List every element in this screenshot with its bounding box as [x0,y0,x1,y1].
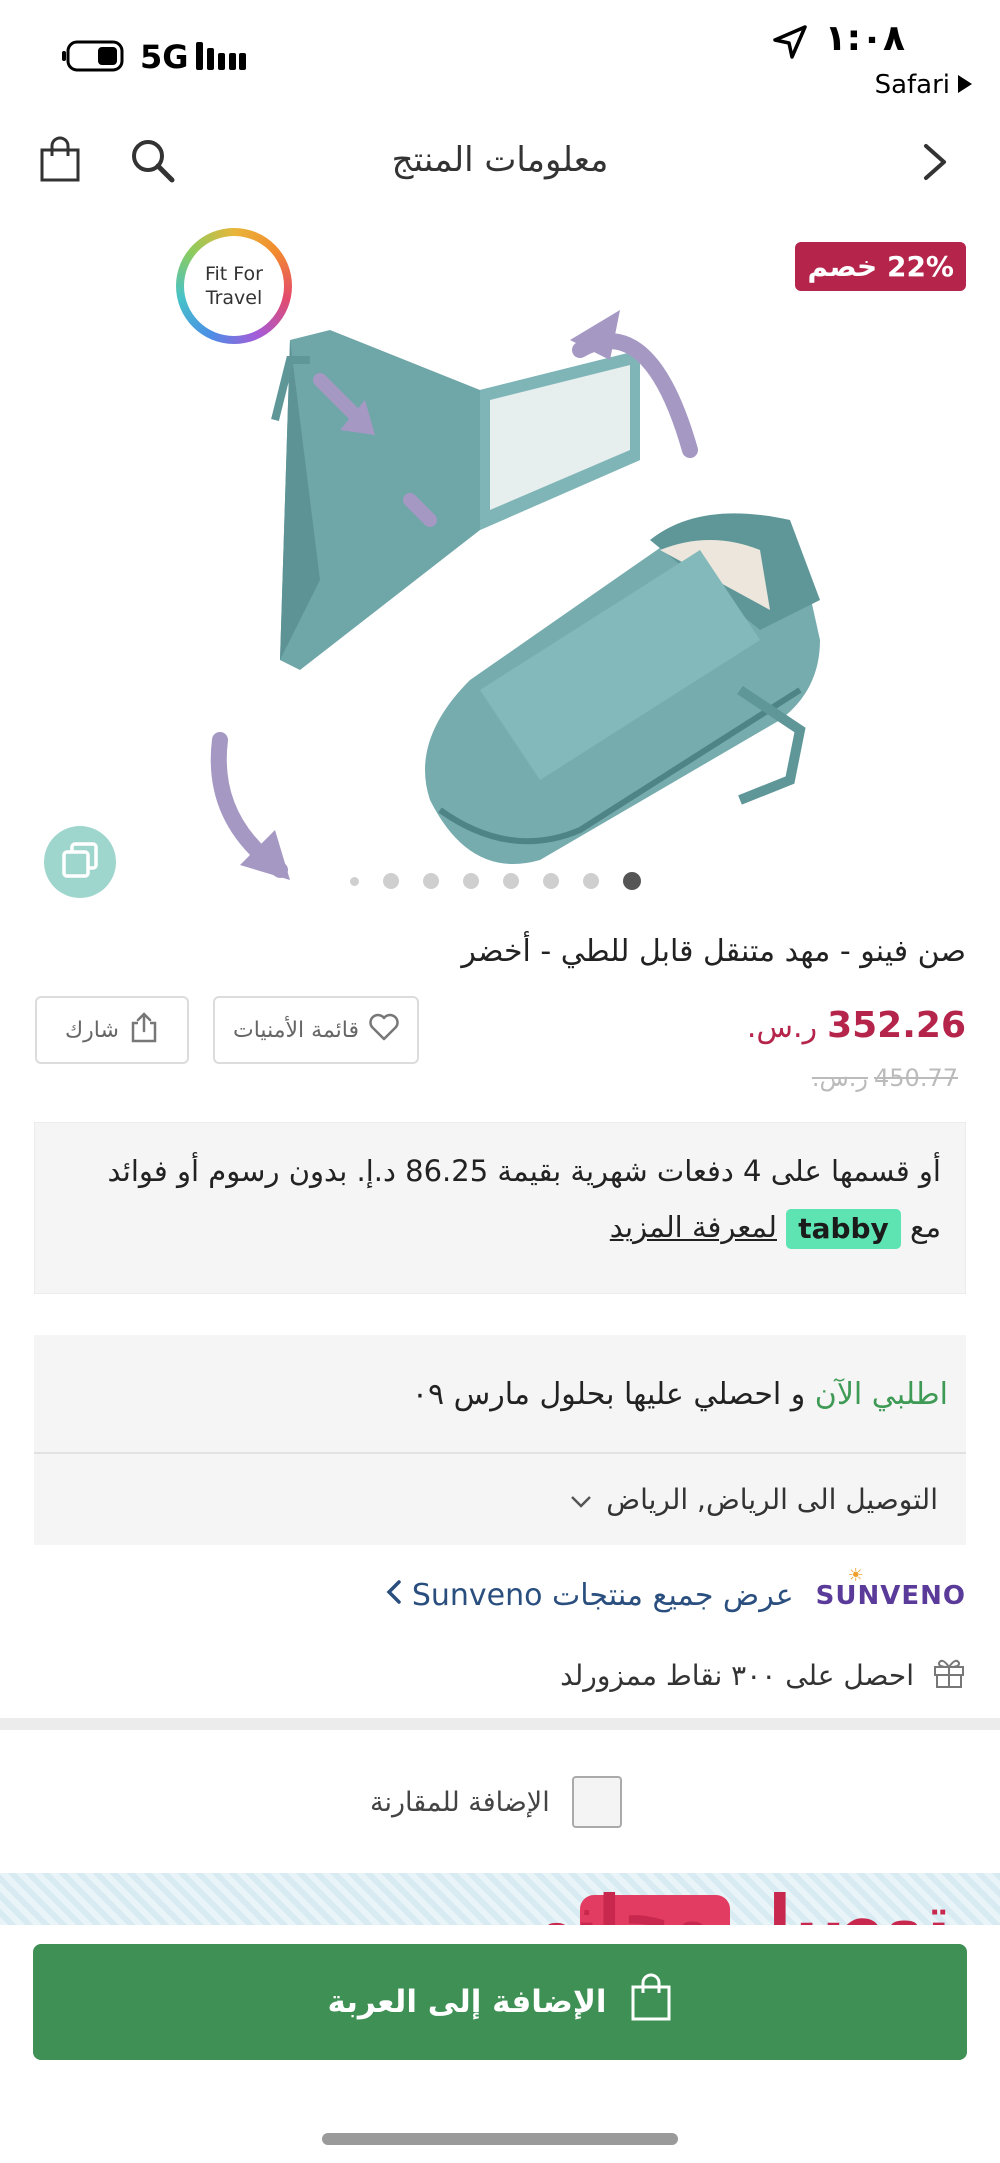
battery-icon [62,40,128,72]
carousel-dot[interactable] [463,873,479,889]
compare-option[interactable]: الإضافة للمقارنة [370,1776,622,1828]
chevron-right-icon[interactable] [922,142,948,186]
carousel-dot[interactable] [383,873,399,889]
delivery-connector: و احصلي عليها بحلول [539,1377,806,1412]
add-to-cart-button[interactable]: الإضافة إلى العربة [33,1944,967,2060]
old-price-value: 450.77 [874,1064,958,1092]
view-all-label: عرض جميع منتجات Sunveno [411,1578,794,1613]
share-label: شارك [65,1017,119,1043]
carousel-dot[interactable] [543,873,559,889]
share-icon [129,1011,159,1049]
compare-checkbox[interactable] [571,1776,622,1828]
carousel-dot[interactable] [423,873,439,889]
wishlist-label: قائمة الأمنيات [233,1017,359,1043]
compare-label: الإضافة للمقارنة [370,1786,550,1818]
fit-badge-line2: Travel [205,287,263,309]
shopping-bag-icon [629,1973,673,2031]
order-now-text: اطلبي الآن [814,1377,948,1412]
copy-icon [60,840,100,884]
location-arrow-icon [772,24,808,64]
promo-text: توصيل مجاني [506,1881,950,1925]
tabby-learn-more-link[interactable]: لمعرفة المزيد [610,1210,777,1244]
carousel-dot[interactable] [503,873,519,889]
carousel-dot[interactable] [583,873,599,889]
delivery-date: مارس ٠٩ [411,1377,530,1412]
product-title: صن فينو - مهد متنقل قابل للطي - أخضر [461,934,966,969]
view-all-brand-products-link[interactable]: عرض جميع منتجات Sunveno [386,1578,794,1613]
heart-icon [369,1013,399,1047]
delivery-estimate: اطلبي الآن و احصلي عليها بحلول مارس ٠٩ [412,1377,948,1412]
carousel-dot[interactable] [350,876,359,886]
old-price-currency: ر.س. [811,1064,869,1092]
old-price: 450.77 ر.س. [812,1064,958,1092]
divider [34,1452,966,1454]
play-triangle-icon [958,70,972,100]
home-indicator[interactable] [322,2133,678,2145]
reward-points: احصل على ٣٠٠ نقاط ممزورلد [560,1655,966,1696]
chevron-left-icon [386,1578,402,1613]
back-app-label: Safari [874,70,950,100]
gallery-toggle-button[interactable] [44,826,116,898]
image-carousel-dots [350,872,641,890]
add-to-cart-label: الإضافة إلى العربة [327,1984,607,2020]
brand-logo-text: SUNVENO [815,1580,966,1611]
network-label: 5G [140,38,189,76]
tabby-installments-box: أو قسمها على 4 دفعات شهرية بقيمة 86.25 د… [34,1122,966,1294]
brand-row: ☀ SUNVENO عرض جميع منتجات Sunveno [386,1564,966,1613]
back-to-safari[interactable]: Safari [875,70,972,100]
delivery-info-box: اطلبي الآن و احصلي عليها بحلول مارس ٠٩ ا… [34,1335,966,1545]
gift-icon [932,1655,966,1696]
price: 352.26 ر.س. [747,1005,966,1046]
price-currency: ر.س. [746,1010,818,1045]
tabby-text: أو قسمها على 4 دفعات شهرية بقيمة 86.25 د… [107,1154,941,1188]
free-delivery-banner[interactable]: توصيل مجاني [0,1873,1000,1925]
wishlist-button[interactable]: قائمة الأمنيات [213,996,419,1064]
fit-badge-line1: Fit For [204,263,263,285]
share-button[interactable]: شارك [35,996,189,1064]
deliver-to-label: التوصيل الى الرياض, الرياض [606,1483,938,1516]
price-value: 352.26 [827,1005,966,1046]
tabby-with-label: مع [910,1210,941,1244]
page-title: معلومات المنتج [391,140,609,180]
delivery-location-selector[interactable]: التوصيل الى الرياض, الرياض [570,1483,938,1516]
section-divider [0,1718,1000,1730]
brand-logo: ☀ SUNVENO [815,1564,966,1611]
chevron-down-icon [570,1483,592,1516]
fit-for-travel-badge: Fit For Travel [176,228,292,344]
discount-badge: 22% خصم [795,242,966,291]
signal-icon [196,40,246,72]
tabby-logo: tabby [786,1209,901,1249]
carousel-dot-active[interactable] [623,872,641,890]
points-text: احصل على ٣٠٠ نقاط ممزورلد [560,1659,914,1692]
status-time: ١:٠٨ [824,18,905,59]
